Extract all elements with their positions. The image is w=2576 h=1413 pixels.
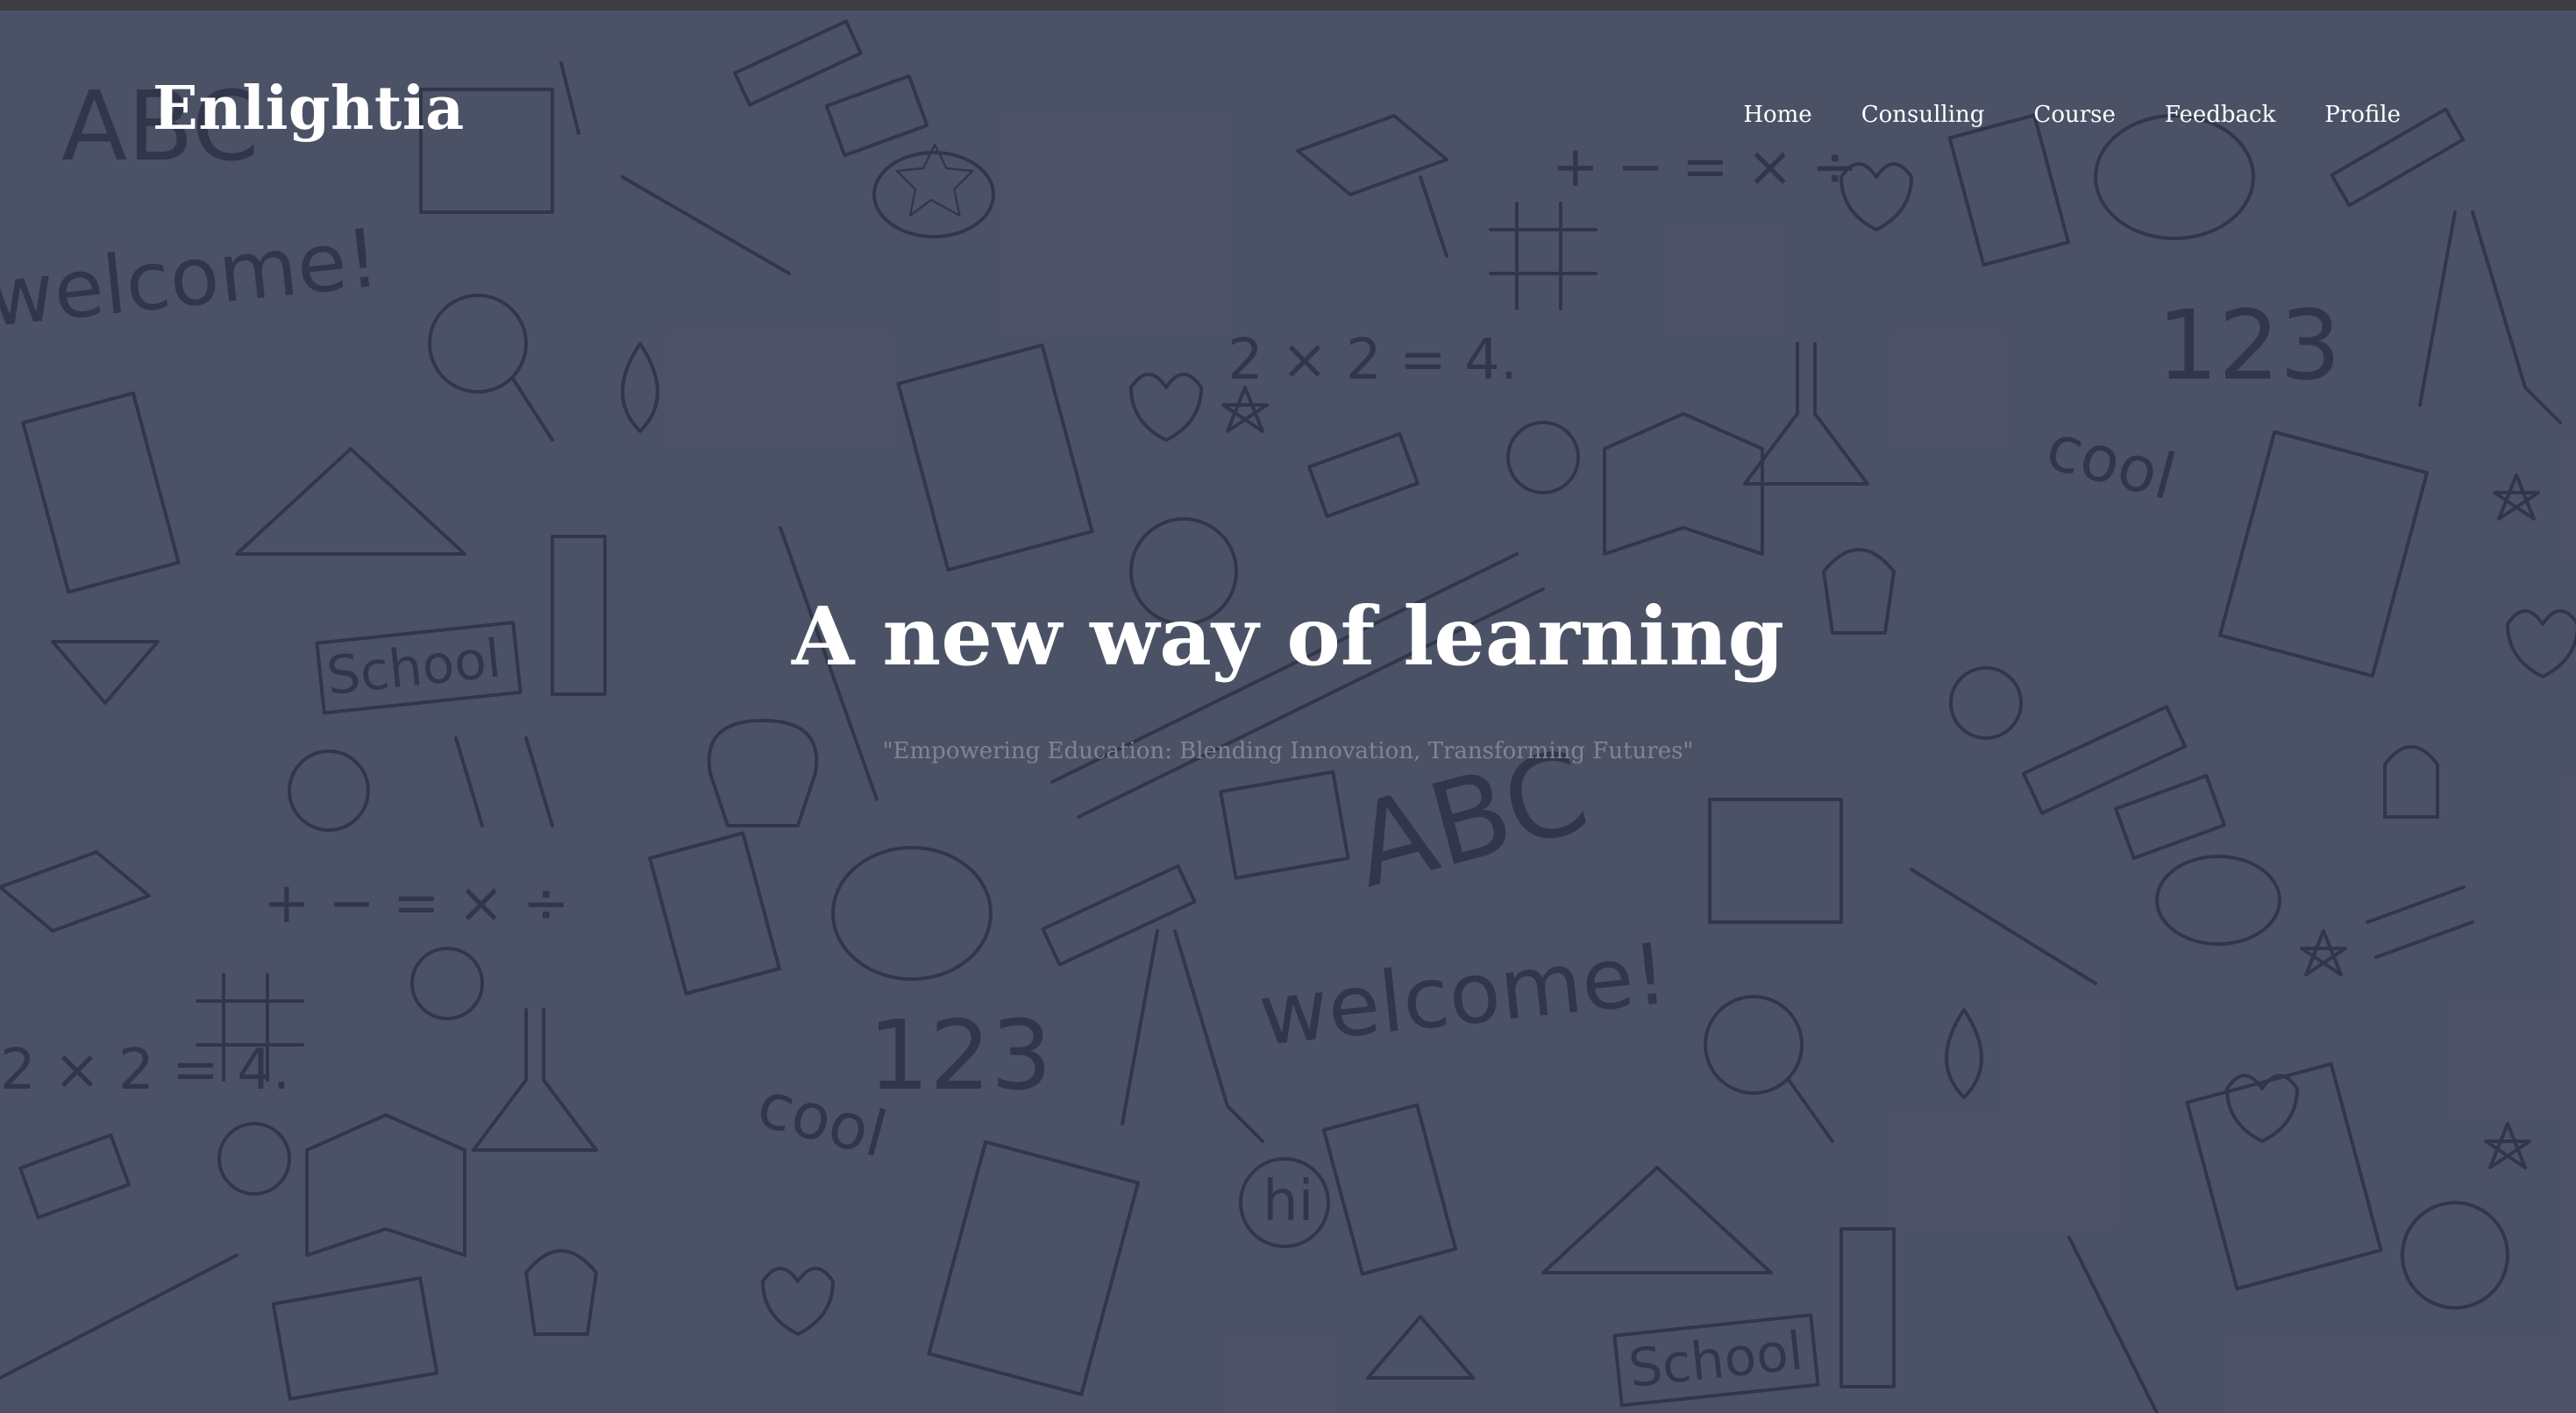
browser-top-strip	[0, 0, 2576, 11]
hero-subtitle: "Empowering Education: Blending Innovati…	[882, 738, 1694, 764]
nav-feedback-link[interactable]: Feedback	[2165, 102, 2276, 128]
nav-home-link[interactable]: Home	[1743, 102, 1811, 128]
main-nav: Home Consulling Course Feedback Profile	[1743, 102, 2401, 128]
hero-overlay	[0, 11, 2576, 1413]
nav-consulling-link[interactable]: Consulling	[1861, 102, 1985, 128]
brand-logo[interactable]: Enlightia	[153, 74, 465, 144]
hero-section: welcome! ABC 2 × 2 = 4. + − = × ÷ 123 co…	[0, 11, 2576, 1413]
nav-course-link[interactable]: Course	[2033, 102, 2115, 128]
hero-title: A new way of learning	[792, 589, 1784, 684]
nav-profile-link[interactable]: Profile	[2324, 102, 2401, 128]
